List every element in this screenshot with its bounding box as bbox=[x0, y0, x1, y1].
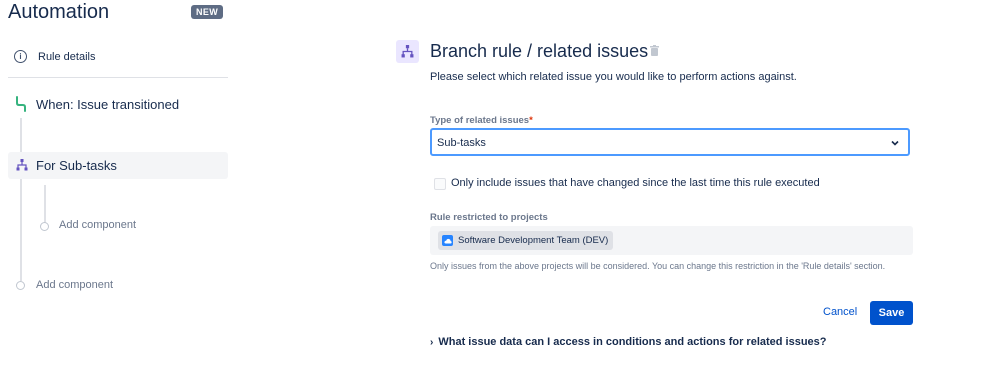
page-title: Branch rule / related issues bbox=[430, 41, 649, 61]
new-badge: NEW bbox=[191, 5, 224, 19]
page-description: Please select which related issue you wo… bbox=[430, 71, 797, 83]
sidebar-item-label: Rule details bbox=[38, 50, 96, 63]
branch-icon bbox=[16, 159, 28, 171]
connector-dot bbox=[40, 222, 49, 231]
cancel-button[interactable]: Cancel bbox=[823, 306, 857, 318]
project-cloud-icon bbox=[442, 235, 453, 246]
sidebar-item-trigger[interactable]: When: Issue transitioned bbox=[14, 96, 179, 112]
save-button[interactable]: Save bbox=[870, 301, 913, 325]
connector-dot bbox=[16, 281, 25, 290]
required-mark: * bbox=[529, 115, 533, 126]
app-title: Automation bbox=[8, 1, 110, 23]
branch-rule-icon bbox=[396, 40, 419, 63]
chevron-down-icon bbox=[891, 140, 899, 146]
related-issues-type-select[interactable]: Sub-tasks bbox=[430, 128, 910, 156]
flow-connector bbox=[20, 118, 22, 152]
sidebar-item-label: When: Issue transitioned bbox=[36, 96, 180, 112]
projects-help-text: Only issues from the above projects will… bbox=[430, 261, 886, 271]
info-icon: i bbox=[14, 50, 27, 63]
projects-field[interactable]: Software Development Team (DEV) bbox=[430, 226, 913, 255]
sidebar-item-label: For Sub-tasks bbox=[36, 158, 117, 173]
branch-add-component-button[interactable]: Add component bbox=[59, 219, 136, 231]
trash-icon[interactable] bbox=[650, 45, 659, 56]
add-component-button[interactable]: Add component bbox=[36, 279, 113, 291]
project-tag-label: Software Development Team (DEV) bbox=[458, 235, 609, 246]
checkbox-label[interactable]: Only include issues that have changed si… bbox=[451, 177, 820, 189]
select-value: Sub-tasks bbox=[437, 137, 486, 149]
faq-label: What issue data can I access in conditio… bbox=[438, 336, 827, 348]
changed-since-last-run-checkbox[interactable] bbox=[434, 178, 446, 190]
sidebar-item-branch[interactable]: For Sub-tasks bbox=[8, 152, 228, 179]
flow-connector bbox=[20, 179, 22, 281]
branch-connector bbox=[44, 185, 46, 223]
sidebar-divider bbox=[8, 77, 228, 78]
faq-expander[interactable]: › What issue data can I access in conditi… bbox=[430, 336, 827, 348]
transition-icon bbox=[16, 96, 26, 112]
projects-label: Rule restricted to projects bbox=[430, 212, 548, 223]
chevron-right-icon: › bbox=[430, 337, 434, 348]
sidebar-item-rule-details[interactable]: i Rule details bbox=[14, 50, 95, 63]
related-issues-type-label: Type of related issues* bbox=[430, 115, 533, 126]
project-tag[interactable]: Software Development Team (DEV) bbox=[438, 231, 614, 250]
